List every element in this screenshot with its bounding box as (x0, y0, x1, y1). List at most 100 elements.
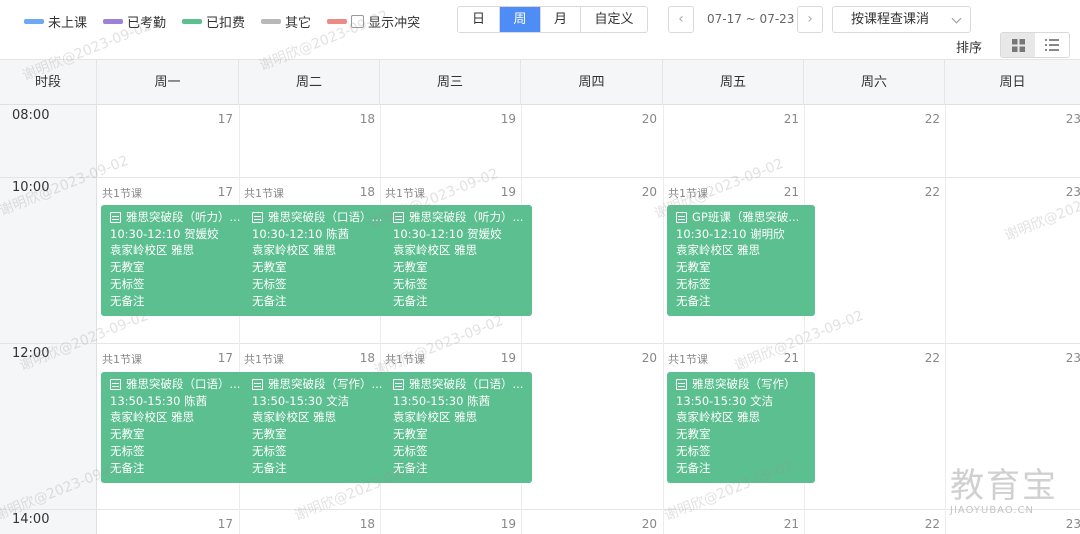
legend-not-started[interactable]: 未上课 (24, 12, 87, 31)
lesson-room: 无教室 (110, 260, 145, 275)
day-number: 23 (1065, 351, 1080, 365)
chevron-down-icon (951, 13, 962, 24)
lesson-title-text: 雅思突破段（写作） (692, 377, 796, 391)
lesson-room: 无教室 (252, 260, 287, 275)
time-label: 14:00 (12, 512, 50, 527)
lesson-count: 共1节课 (244, 353, 284, 366)
lesson-note: 无备注 (676, 293, 711, 308)
prev-week-button[interactable]: ‹ (668, 6, 694, 33)
tab-custom[interactable]: 自定义 (581, 7, 647, 32)
legend-label: 已考勤 (127, 16, 167, 31)
grid-icon (1011, 38, 1025, 52)
legend-label: 已扣费 (206, 16, 246, 31)
lesson-card[interactable]: 雅思突破段（口语）... 13:50-15:30 陈茜 袁家岭校区 雅思 无教室… (384, 372, 532, 483)
lesson-note: 无备注 (676, 460, 711, 475)
lesson-count: 共1节课 (668, 353, 708, 366)
day-number: 20 (641, 351, 657, 365)
calendar-icon (676, 378, 687, 390)
lesson-card[interactable]: 雅思突破段（口语）... 13:50-15:30 陈茜 袁家岭校区 雅思 无教室… (101, 372, 246, 483)
lesson-card[interactable]: 雅思突破段（口语）... 10:30-12:10 陈茜 袁家岭校区 雅思 无教室… (243, 205, 388, 316)
legend-label: 其它 (285, 16, 312, 31)
legend-swatch (327, 19, 348, 24)
lesson-card[interactable]: 雅思突破段（听力）... 10:30-12:10 贺媛姣 袁家岭校区 雅思 无教… (101, 205, 246, 316)
lesson-tag: 无标签 (393, 276, 428, 291)
time-header: 时段 (0, 59, 97, 105)
lesson-note: 无备注 (252, 460, 287, 475)
date-range: 07-17 ~ 07-23 (707, 12, 795, 26)
lesson-title-text: 雅思突破段（口语）... (268, 210, 383, 224)
day-number: 17 (217, 185, 233, 199)
legend-other[interactable]: 其它 (261, 12, 311, 31)
row-divider (0, 177, 1080, 178)
day-number: 23 (1065, 517, 1080, 531)
day-number: 19 (500, 517, 516, 531)
legend-attended[interactable]: 已考勤 (103, 12, 166, 31)
legend-charged[interactable]: 已扣费 (182, 12, 245, 31)
lesson-campus: 袁家岭校区 雅思 (676, 410, 761, 425)
lesson-campus: 袁家岭校区 雅思 (676, 243, 761, 258)
tab-week[interactable]: 周 (500, 7, 541, 32)
lesson-card[interactable]: 雅思突破段（写作）... 13:50-15:30 文洁 袁家岭校区 雅思 无教室… (243, 372, 388, 483)
lesson-time-teacher: 13:50-15:30 陈茜 (393, 393, 491, 408)
calendar-icon (676, 211, 687, 223)
lesson-title: 雅思突破段（写作） (676, 376, 815, 393)
lesson-title-text: 雅思突破段（听力）... (126, 210, 241, 224)
lesson-note: 无备注 (393, 293, 428, 308)
day-number: 18 (359, 517, 375, 531)
calendar-icon (393, 211, 404, 223)
tab-day[interactable]: 日 (458, 7, 500, 32)
lesson-room: 无教室 (393, 427, 428, 442)
time-label: 08:00 (12, 108, 50, 123)
calendar-icon (110, 378, 121, 390)
show-conflict-checkbox[interactable] (351, 15, 365, 28)
list-view-button[interactable] (1035, 33, 1069, 57)
day-number: 18 (359, 185, 375, 199)
day-number: 20 (641, 517, 657, 531)
lesson-time-teacher: 13:50-15:30 陈茜 (110, 393, 208, 408)
day-number: 17 (217, 112, 233, 126)
lesson-tag: 无标签 (393, 443, 428, 458)
day-number: 19 (500, 185, 516, 199)
day-header-mon: 周一 (97, 59, 239, 105)
lesson-title: 雅思突破段（听力）... (110, 209, 246, 226)
calendar-icon (252, 378, 263, 390)
day-header-tue: 周二 (239, 59, 380, 105)
day-header-fri: 周五 (663, 59, 804, 105)
tab-month[interactable]: 月 (541, 7, 581, 32)
next-week-button[interactable]: › (797, 6, 823, 33)
lesson-tag: 无标签 (110, 443, 145, 458)
legend-label: 未上课 (48, 16, 88, 31)
legend-swatch (261, 19, 282, 24)
lesson-count: 共1节课 (102, 353, 142, 366)
grid-view-button[interactable] (1001, 33, 1035, 57)
legend-swatch (182, 19, 203, 24)
lesson-room: 无教室 (110, 427, 145, 442)
legend-swatch (103, 19, 124, 24)
lesson-note: 无备注 (393, 460, 428, 475)
day-number: 19 (500, 351, 516, 365)
day-number: 21 (783, 351, 799, 365)
lesson-tag: 无标签 (252, 443, 287, 458)
lesson-time-teacher: 13:50-15:30 文洁 (676, 393, 774, 408)
day-number: 22 (924, 185, 940, 199)
lesson-note: 无备注 (110, 293, 145, 308)
filter-select[interactable]: 按课程查课消 (832, 6, 971, 33)
legend-swatch (24, 19, 44, 24)
lesson-title: 雅思突破段（听力）... (393, 209, 532, 226)
lesson-time-teacher: 10:30-12:10 谢明欣 (676, 226, 785, 241)
day-number: 23 (1065, 185, 1080, 199)
lesson-title-text: 雅思突破段（口语）... (409, 377, 524, 391)
time-label: 10:00 (12, 180, 50, 195)
row-divider (0, 343, 1080, 344)
lesson-card[interactable]: 雅思突破段（写作） 13:50-15:30 文洁 袁家岭校区 雅思 无教室 无标… (667, 372, 815, 483)
legend-conflict[interactable]: 显示冲突 (327, 12, 420, 31)
lesson-card[interactable]: 雅思突破段（听力）... 10:30-12:10 贺媛姣 袁家岭校区 雅思 无教… (384, 205, 532, 316)
lesson-title: 雅思突破段（口语）... (110, 376, 246, 393)
lesson-campus: 袁家岭校区 雅思 (393, 410, 478, 425)
lesson-title-text: 雅思突破段（听力）... (409, 210, 524, 224)
lesson-card[interactable]: GP班课（雅思突破... 10:30-12:10 谢明欣 袁家岭校区 雅思 无教… (667, 205, 815, 316)
lesson-room: 无教室 (252, 427, 287, 442)
lesson-tag: 无标签 (676, 443, 711, 458)
day-number: 17 (217, 517, 233, 531)
legend-label: 显示冲突 (368, 16, 421, 31)
